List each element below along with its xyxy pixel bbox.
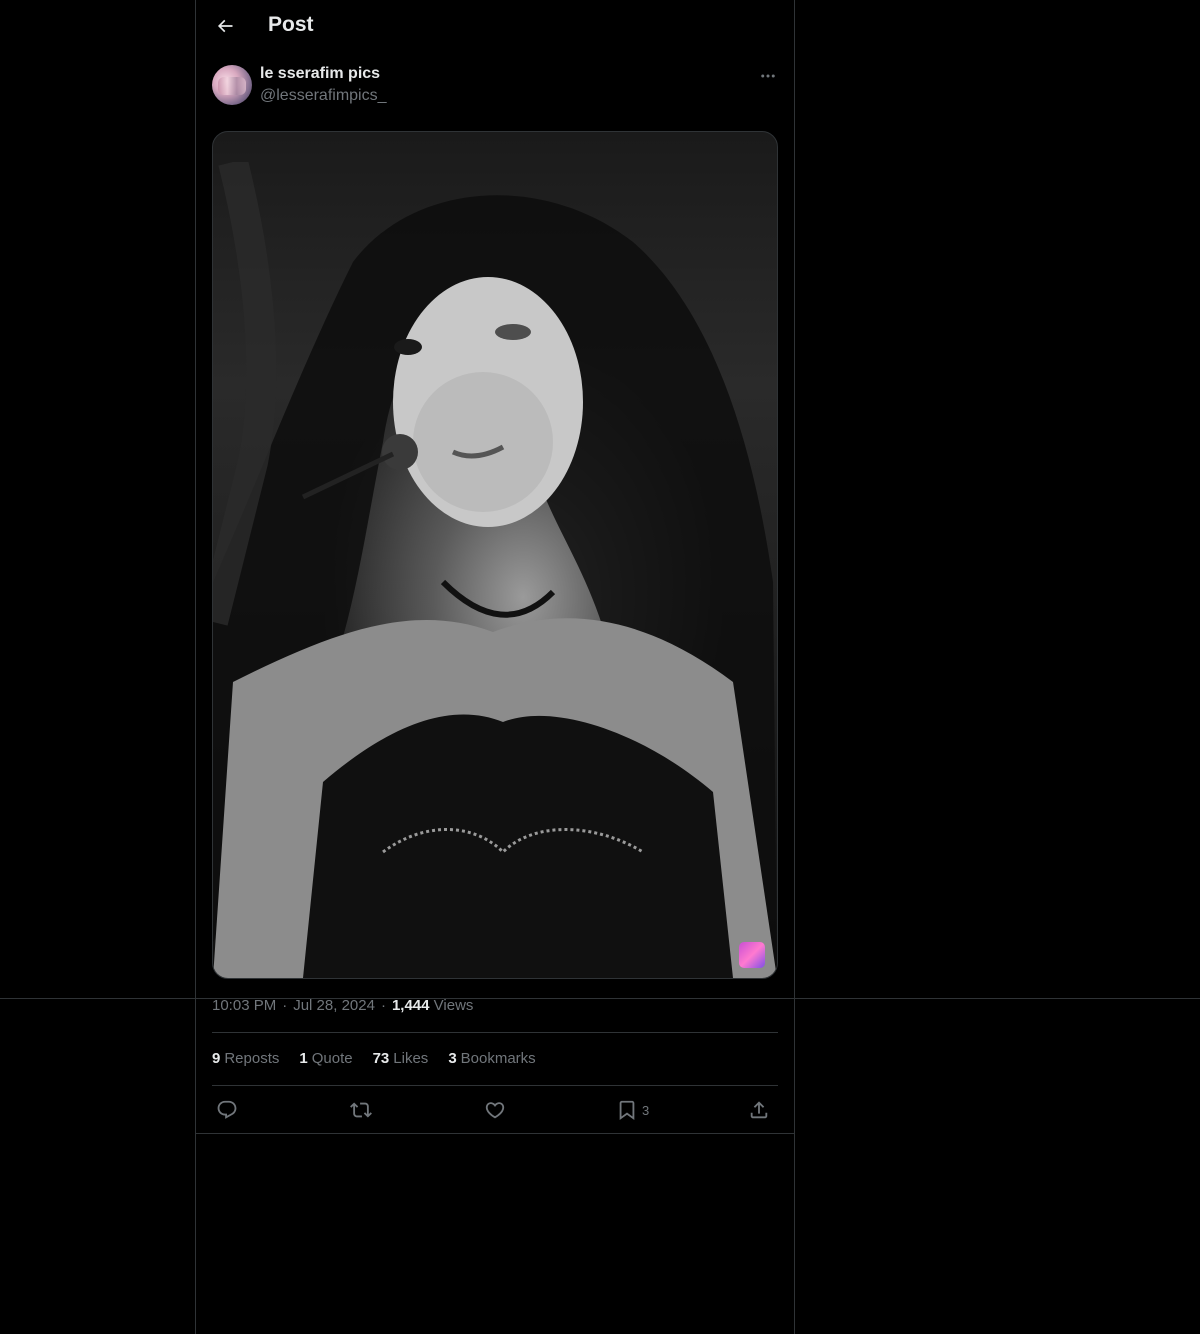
meta-separator: · [282,997,288,1014]
engagement-stats: 9 Reposts 1 Quote 73 Likes 3 Bookmarks [212,1050,536,1067]
bookmark-button[interactable]: 3 [616,1094,649,1126]
reply-button[interactable] [216,1094,238,1126]
reposts-count: 9 [212,1050,221,1067]
likes-stat[interactable]: 73 Likes [373,1050,429,1067]
bookmark-icon [619,1100,635,1121]
arrow-left-icon [217,19,233,33]
quotes-label: Quote [311,1050,353,1067]
reposts-label: Reposts [224,1050,280,1067]
share-button[interactable] [748,1094,770,1126]
back-button[interactable] [208,9,242,43]
author-handle[interactable]: @lesserafimpics_ [260,87,387,105]
bookmarks-stat[interactable]: 3 Bookmarks [448,1050,535,1067]
likes-count: 73 [372,1050,390,1067]
bookmark-action-count: 3 [642,1102,650,1118]
post-column: Post le sserafim pics @lesserafimpics_ 1… [195,0,795,1334]
post-time[interactable]: 10:03 PM [212,997,276,1014]
like-button[interactable] [484,1094,506,1126]
more-options-button[interactable] [754,62,782,90]
author-display-name[interactable]: le sserafim pics [260,65,380,83]
meta-separator: · [380,997,386,1014]
post-metadata: 10:03 PM · Jul 28, 2024 · 1,444 Views [212,997,473,1014]
reply-icon [217,1100,237,1119]
post-image[interactable] [212,131,778,979]
reposts-stat[interactable]: 9 Reposts [212,1050,279,1067]
post-date[interactable]: Jul 28, 2024 [293,997,375,1014]
divider [196,1133,794,1134]
share-icon [750,1101,768,1119]
avatar[interactable] [212,65,252,105]
action-bar: 3 [212,1094,778,1126]
page-title: Post [268,13,314,36]
quotes-stat[interactable]: 1 Quote [299,1050,352,1067]
repost-button[interactable] [350,1094,372,1126]
repost-icon [350,1102,372,1118]
header: Post [196,0,794,53]
photo-artwork [213,162,777,978]
quotes-count: 1 [299,1050,308,1067]
viewport-divider [0,998,1200,999]
like-icon [485,1102,505,1119]
more-horizontal-icon [761,74,775,78]
bookmarks-count: 3 [448,1050,457,1067]
likes-label: Likes [393,1050,429,1067]
views-count: 1,444 [391,997,430,1014]
views-label: Views [433,997,474,1014]
divider [212,1032,778,1033]
divider [212,1085,778,1086]
photo-watermark-badge [739,942,765,968]
bookmarks-label: Bookmarks [460,1050,536,1067]
page: Post le sserafim pics @lesserafimpics_ 1… [0,0,1200,1334]
